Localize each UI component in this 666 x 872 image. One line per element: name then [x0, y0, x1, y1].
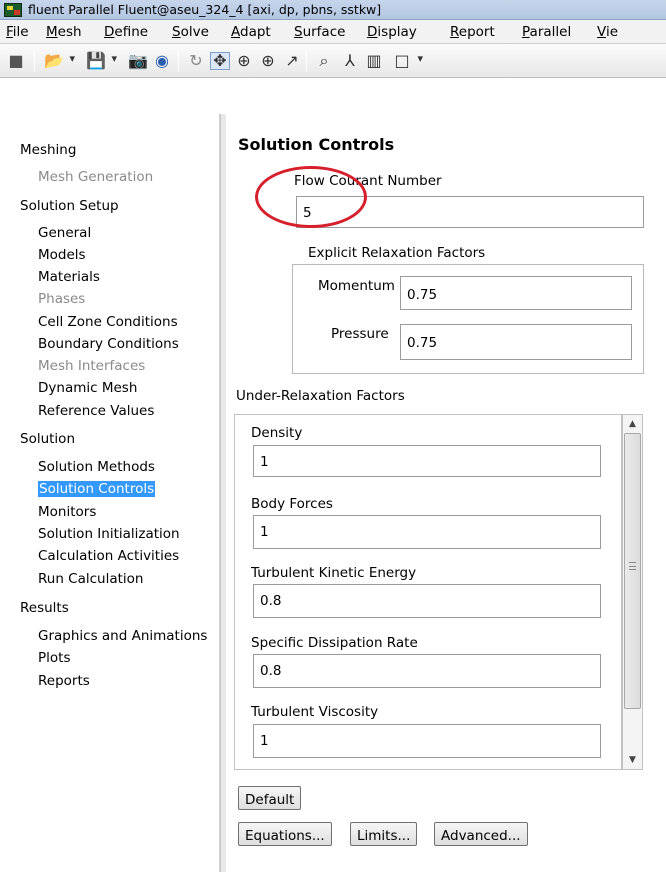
nav-item-reports[interactable]: Reports: [38, 673, 90, 689]
flow-courant-input[interactable]: 5: [296, 196, 644, 228]
menu-report[interactable]: Report: [450, 24, 495, 40]
nav-item-general[interactable]: General: [38, 225, 91, 241]
nav-item-boundary-conditions[interactable]: Boundary Conditions: [38, 336, 179, 352]
panel-title: Solution Controls: [238, 135, 395, 154]
window-icon[interactable]: □: [392, 52, 423, 70]
default-button[interactable]: Default: [238, 786, 302, 810]
turbulent-kinetic-energy-input[interactable]: 0.8: [253, 584, 601, 618]
advanced-button[interactable]: Advanced...: [434, 822, 528, 846]
flow-courant-label: Flow Courant Number: [294, 173, 442, 189]
nav-item-mesh-generation[interactable]: Mesh Generation: [38, 169, 153, 185]
body-forces-label: Body Forces: [251, 496, 333, 512]
density-input[interactable]: 1: [253, 445, 601, 477]
zoom-icon[interactable]: ⌕: [314, 52, 334, 70]
nav-item-reference-values[interactable]: Reference Values: [38, 403, 154, 419]
grip-icon: [629, 562, 636, 570]
rotate-icon[interactable]: ↻: [186, 52, 206, 70]
turbulent-kinetic-energy-label: Turbulent Kinetic Energy: [251, 565, 417, 581]
zoom-fit-icon[interactable]: ⊕: [234, 52, 254, 70]
nav-item-plots[interactable]: Plots: [38, 650, 70, 666]
scroll-down-icon[interactable]: ▼: [623, 751, 642, 769]
nav-section-solution-setup[interactable]: Solution Setup: [20, 198, 119, 214]
layout-icon[interactable]: ▥: [364, 52, 384, 70]
specific-dissipation-rate-input[interactable]: 0.8: [253, 654, 601, 688]
toolbar-separator: [178, 50, 179, 72]
nav-item-run-calculation[interactable]: Run Calculation: [38, 571, 144, 587]
nav-item-materials[interactable]: Materials: [38, 269, 100, 285]
nav-section-results[interactable]: Results: [20, 600, 69, 616]
turbulent-viscosity-input[interactable]: 1: [253, 724, 601, 758]
menu-file[interactable]: File: [6, 24, 29, 40]
menu-adapt[interactable]: Adapt: [231, 24, 271, 40]
vertical-scrollbar[interactable]: ▲ ▼: [622, 414, 643, 770]
nav-item-solution-initialization[interactable]: Solution Initialization: [38, 526, 180, 542]
momentum-input[interactable]: 0.75: [400, 276, 632, 310]
menu-view[interactable]: Vie: [597, 24, 618, 40]
menu-surface[interactable]: Surface: [294, 24, 345, 40]
navigation-pane: Meshing Mesh Generation Solution Setup G…: [0, 114, 220, 872]
zoom-in-icon[interactable]: ⊕: [258, 52, 278, 70]
toolbar-separator: [306, 50, 307, 72]
help-icon[interactable]: ◉: [152, 52, 172, 70]
nav-item-calculation-activities[interactable]: Calculation Activities: [38, 548, 179, 564]
nav-item-solution-controls[interactable]: Solution Controls: [38, 481, 156, 497]
equations-button[interactable]: Equations...: [238, 822, 332, 846]
window-title: fluent Parallel Fluent@aseu_324_4 [axi, …: [28, 2, 382, 17]
camera-icon[interactable]: 📷: [128, 52, 148, 70]
nav-item-phases[interactable]: Phases: [38, 291, 85, 307]
nav-section-solution[interactable]: Solution: [20, 431, 75, 447]
scrollbar-thumb[interactable]: [624, 433, 641, 709]
pressure-label: Pressure: [331, 326, 389, 342]
density-label: Density: [251, 425, 303, 441]
menu-define[interactable]: Define: [104, 24, 148, 40]
toolbar: ■ 📂 💾 📷 ◉ ↻ ✥ ⊕ ⊕ ↗ ⌕ ⅄ ▥ □: [0, 44, 666, 78]
nav-item-models[interactable]: Models: [38, 247, 86, 263]
specific-dissipation-rate-label: Specific Dissipation Rate: [251, 635, 418, 651]
explicit-relaxation-label: Explicit Relaxation Factors: [306, 245, 488, 261]
translate-icon[interactable]: ✥: [210, 52, 230, 70]
scroll-up-icon[interactable]: ▲: [623, 415, 642, 433]
menu-solve[interactable]: Solve: [172, 24, 209, 40]
nav-item-dynamic-mesh[interactable]: Dynamic Mesh: [38, 380, 137, 396]
turbulent-viscosity-label: Turbulent Viscosity: [251, 704, 379, 720]
nav-item-monitors[interactable]: Monitors: [38, 504, 96, 520]
momentum-label: Momentum: [318, 278, 395, 294]
under-relaxation-label: Under-Relaxation Factors: [236, 388, 405, 404]
nav-item-mesh-interfaces[interactable]: Mesh Interfaces: [38, 358, 145, 374]
title-bar: fluent Parallel Fluent@aseu_324_4 [axi, …: [0, 0, 666, 20]
save-icon[interactable]: 💾: [86, 52, 117, 70]
axis-icon[interactable]: ⅄: [340, 52, 360, 70]
nav-item-cell-zone-conditions[interactable]: Cell Zone Conditions: [38, 314, 178, 330]
toolbar-separator: [34, 50, 35, 72]
nav-item-solution-methods[interactable]: Solution Methods: [38, 459, 155, 475]
fluent-app-icon: [4, 3, 22, 17]
menu-mesh[interactable]: Mesh: [46, 24, 82, 40]
open-icon[interactable]: 📂: [44, 52, 75, 70]
limits-button[interactable]: Limits...: [350, 822, 418, 846]
nav-section-meshing[interactable]: Meshing: [20, 142, 76, 158]
pressure-input[interactable]: 0.75: [400, 324, 632, 360]
probe-icon[interactable]: ↗: [282, 52, 302, 70]
menu-parallel[interactable]: Parallel: [522, 24, 571, 40]
nav-item-graphics-and-animations[interactable]: Graphics and Animations: [38, 628, 207, 644]
menu-bar: File Mesh Define Solve Adapt Surface Dis…: [0, 20, 666, 44]
stop-icon[interactable]: ■: [6, 52, 26, 70]
menu-display[interactable]: Display: [367, 24, 417, 40]
body-forces-input[interactable]: 1: [253, 515, 601, 549]
